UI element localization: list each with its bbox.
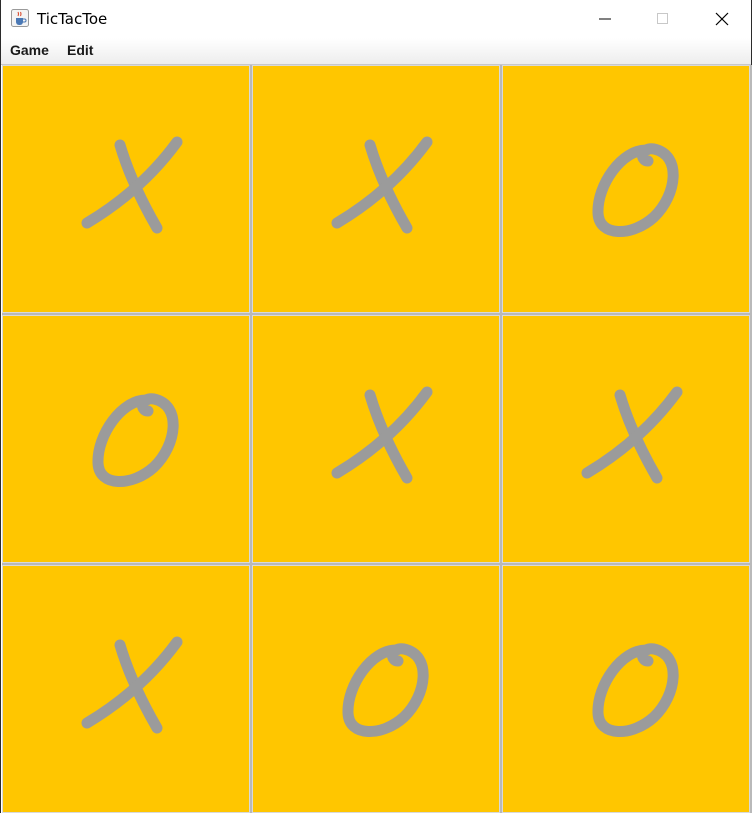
x-mark [81, 136, 183, 234]
title-bar[interactable]: TicTacToe [1, 0, 751, 38]
menu-game[interactable]: Game [10, 42, 49, 58]
board-cell-0-0[interactable] [2, 65, 250, 313]
x-mark [331, 136, 433, 234]
board-cell-2-2[interactable] [502, 565, 750, 813]
o-mark [342, 643, 429, 737]
o-mark [92, 393, 179, 487]
o-mark [592, 143, 679, 237]
menu-edit[interactable]: Edit [67, 42, 93, 58]
close-button[interactable] [693, 0, 751, 38]
window-title: TicTacToe [37, 10, 108, 28]
maximize-button[interactable] [634, 0, 692, 38]
java-coffee-cup-icon [11, 9, 29, 27]
menu-bar: Game Edit [1, 38, 751, 65]
game-board [2, 65, 752, 813]
close-icon [715, 12, 729, 26]
x-mark [581, 386, 683, 484]
board-cell-1-0[interactable] [2, 315, 250, 563]
x-mark [331, 386, 433, 484]
minimize-icon [599, 18, 611, 20]
maximize-icon [657, 13, 668, 24]
board-cell-0-2[interactable] [502, 65, 750, 313]
tictactoe-window: TicTacToe Game Edit [0, 0, 752, 813]
board-cell-2-1[interactable] [252, 565, 500, 813]
board-cell-0-1[interactable] [252, 65, 500, 313]
minimize-button[interactable] [576, 0, 634, 38]
x-mark [81, 636, 183, 734]
board-cell-1-1[interactable] [252, 315, 500, 563]
o-mark [592, 643, 679, 737]
board-cell-2-0[interactable] [2, 565, 250, 813]
board-cell-1-2[interactable] [502, 315, 750, 563]
